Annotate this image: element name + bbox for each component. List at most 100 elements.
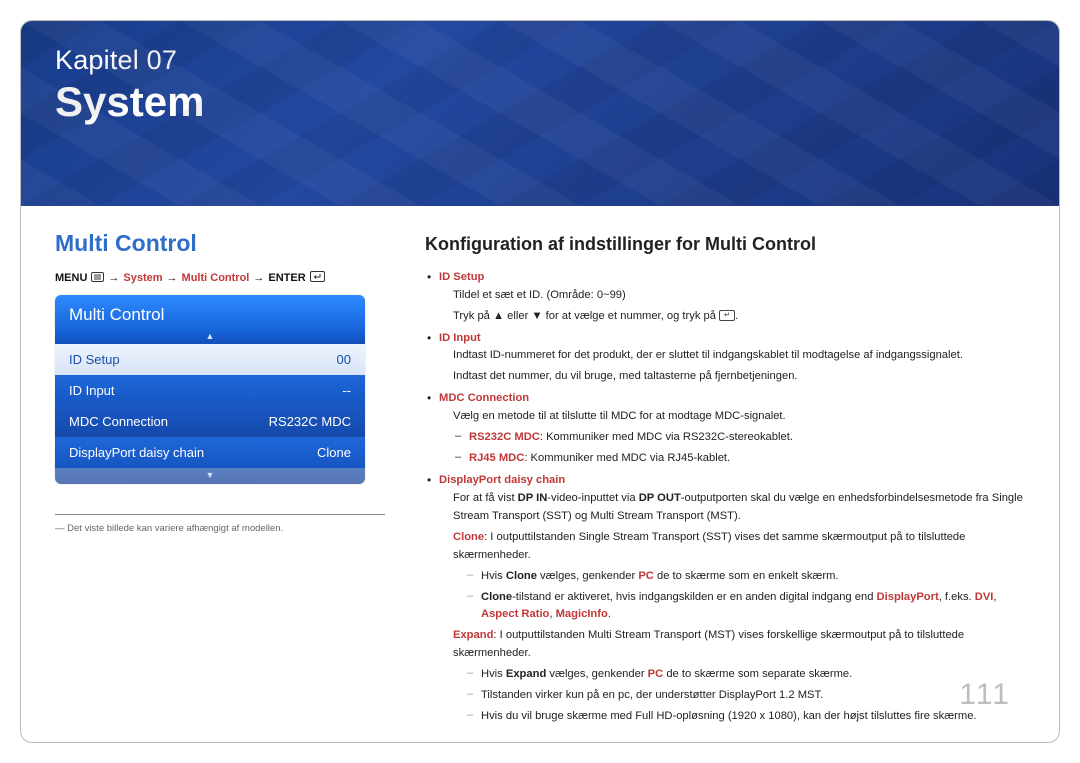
rs232c-label: RS232C MDC <box>469 431 540 443</box>
menu-icon <box>91 272 104 285</box>
footnote: ― Det viste billede kan variere afhængig… <box>55 523 385 534</box>
rs232c-text: : Kommuniker med MDC via RS232C-stereoka… <box>540 431 793 443</box>
text-fragment: , f.eks. <box>939 591 975 603</box>
id-input-title: ID Input <box>439 332 481 344</box>
footnote-text: Det viste billede kan variere afhængigt … <box>67 523 283 534</box>
osd-row-id-setup: ID Setup 00 <box>55 344 365 375</box>
dp-note-1: Hvis Clone vælges, genkender PC de to sk… <box>453 568 1025 586</box>
text-fragment: eller <box>504 310 531 322</box>
text-fragment: : I outputtilstanden Single Stream Trans… <box>453 531 965 561</box>
menu-label: MENU <box>55 272 87 284</box>
osd-up-arrow-icon: ▲ <box>55 331 365 344</box>
osd-label: ID Setup <box>69 352 120 367</box>
osd-panel: Multi Control ▲ ID Setup 00 ID Input -- … <box>55 295 365 484</box>
magicinfo-label: MagicInfo <box>556 608 608 620</box>
chapter-label: Kapitel 07 <box>55 45 1025 76</box>
right-column: Konfiguration af indstillinger for Multi… <box>425 230 1025 730</box>
breadcrumb-multi-control: Multi Control <box>182 272 250 284</box>
chapter-title: System <box>55 78 1025 126</box>
text-fragment: -video-inputtet via <box>547 492 638 504</box>
down-triangle-icon: ▼ <box>531 310 542 322</box>
arrow-icon: → <box>108 272 119 284</box>
id-setup-line2: Tryk på ▲ eller ▼ for at vælge et nummer… <box>453 308 1025 326</box>
item-id-input: ID Input Indtast ID-nummeret for det pro… <box>425 330 1025 387</box>
text-fragment: For at få vist <box>453 492 518 504</box>
expand-label: Expand <box>453 629 493 641</box>
dp-note-5: Hvis du vil bruge skærme med Full HD-opl… <box>453 708 1025 726</box>
dp-clone: Clone: I outputtilstanden Single Stream … <box>453 529 1025 565</box>
osd-label: ID Input <box>69 383 115 398</box>
osd-value: 00 <box>337 352 351 367</box>
enter-label: ENTER <box>268 272 305 284</box>
text-fragment: Tryk på <box>453 310 493 322</box>
id-input-line1: Indtast ID-nummeret for det produkt, der… <box>453 347 1025 365</box>
clone-bold: Clone <box>481 591 512 603</box>
id-setup-line1: Tildel et sæt et ID. (Område: 0~99) <box>453 287 1025 305</box>
osd-label: DisplayPort daisy chain <box>69 445 204 460</box>
chapter-hero: Kapitel 07 System <box>21 21 1059 206</box>
osd-row-dp-daisy-chain: DisplayPort daisy chain Clone <box>55 437 365 468</box>
osd-value: -- <box>342 383 351 398</box>
osd-title: Multi Control <box>55 295 365 331</box>
text-fragment: , <box>993 591 996 603</box>
text-fragment: vælges, genkender <box>546 668 647 680</box>
osd-label: MDC Connection <box>69 414 168 429</box>
aspect-ratio-label: Aspect Ratio <box>481 608 549 620</box>
page-frame: Kapitel 07 System Multi Control MENU → S… <box>20 20 1060 743</box>
text-fragment: de to skærme som separate skærme. <box>663 668 852 680</box>
text-fragment: -tilstand er aktiveret, hvis indgangskil… <box>512 591 876 603</box>
text-fragment: Hvis <box>481 668 506 680</box>
dp-expand: Expand: I outputtilstanden Multi Stream … <box>453 627 1025 663</box>
arrow-icon: → <box>253 272 264 284</box>
enter-icon: ↵ <box>719 310 735 321</box>
osd-down-arrow-icon: ▼ <box>55 468 365 484</box>
page-number: 111 <box>959 678 1011 712</box>
rj45-text: : Kommuniker med MDC via RJ45-kablet. <box>524 452 730 464</box>
pc-label: PC <box>638 570 654 582</box>
osd-row-mdc-connection: MDC Connection RS232C MDC <box>55 406 365 437</box>
osd-value: Clone <box>317 445 351 460</box>
mdc-rj45: RJ45 MDC: Kommuniker med MDC via RJ45-ka… <box>453 450 1025 468</box>
text-fragment: vælges, genkender <box>537 570 638 582</box>
rj45-label: RJ45 MDC <box>469 452 524 464</box>
osd-value: RS232C MDC <box>269 414 351 429</box>
section-heading-multi-control: Multi Control <box>55 230 385 257</box>
dvi-label: DVI <box>975 591 994 603</box>
item-dp-daisy-chain: DisplayPort daisy chain For at få vist D… <box>425 472 1025 726</box>
text-fragment: . <box>735 310 738 322</box>
mdc-intro: Vælg en metode til at tilslutte til MDC … <box>453 408 1025 426</box>
clone-label: Clone <box>453 531 484 543</box>
text-fragment: de to skærme som en enkelt skærm. <box>654 570 839 582</box>
dp-note-4: Tilstanden virker kun på en pc, der unde… <box>453 687 1025 705</box>
osd-row-id-input: ID Input -- <box>55 375 365 406</box>
clone-bold: Clone <box>506 570 537 582</box>
config-heading: Konfiguration af indstillinger for Multi… <box>425 230 1025 259</box>
dp-note-3: Hvis Expand vælges, genkender PC de to s… <box>453 666 1025 684</box>
text-fragment: : I outputtilstanden Multi Stream Transp… <box>453 629 964 659</box>
pc-label: PC <box>648 668 664 680</box>
item-id-setup: ID Setup Tildel et sæt et ID. (Område: 0… <box>425 269 1025 326</box>
content-area: Multi Control MENU → System → Multi Cont… <box>21 206 1059 740</box>
mdc-title: MDC Connection <box>439 392 529 404</box>
text-fragment: Hvis <box>481 570 506 582</box>
dp-out-label: DP OUT <box>639 492 681 504</box>
dp-in-label: DP IN <box>518 492 548 504</box>
id-input-line2: Indtast det nummer, du vil bruge, med ta… <box>453 368 1025 386</box>
menu-path: MENU → System → Multi Control → ENTER <box>55 271 385 285</box>
dp-title: DisplayPort daisy chain <box>439 474 565 486</box>
breadcrumb-system: System <box>123 272 162 284</box>
enter-icon <box>310 271 325 285</box>
settings-list: ID Setup Tildel et sæt et ID. (Område: 0… <box>425 269 1025 726</box>
mdc-rs232c: RS232C MDC: Kommuniker med MDC via RS232… <box>453 429 1025 447</box>
divider <box>55 514 385 515</box>
text-fragment: for at vælge et nummer, og tryk på <box>543 310 720 322</box>
dp-note-2: Clone-tilstand er aktiveret, hvis indgan… <box>453 589 1025 625</box>
item-mdc-connection: MDC Connection Vælg en metode til at til… <box>425 390 1025 468</box>
id-setup-title: ID Setup <box>439 271 484 283</box>
dp-intro: For at få vist DP IN-video-inputtet via … <box>453 490 1025 526</box>
displayport-label: DisplayPort <box>877 591 939 603</box>
left-column: Multi Control MENU → System → Multi Cont… <box>55 230 385 730</box>
expand-bold: Expand <box>506 668 546 680</box>
arrow-icon: → <box>167 272 178 284</box>
text-fragment: . <box>608 608 611 620</box>
